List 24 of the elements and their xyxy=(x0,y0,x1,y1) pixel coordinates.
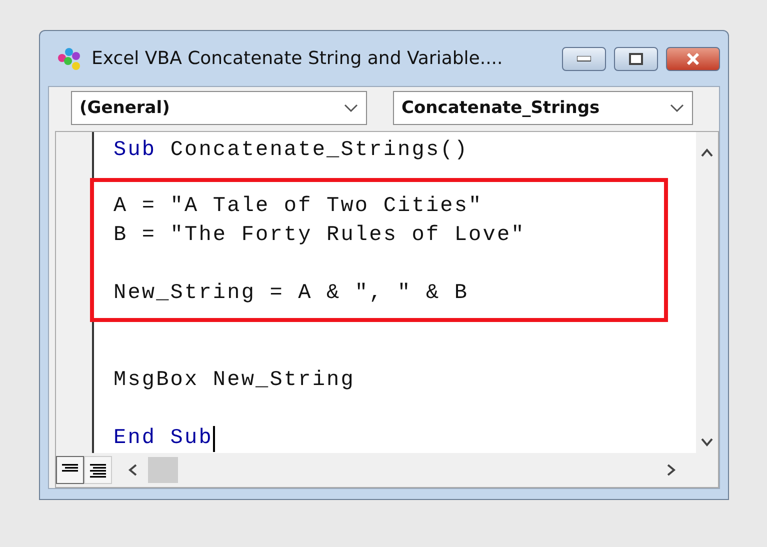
code-line: End Sub xyxy=(114,426,213,452)
code-line: B = "The Forty Rules of Love" xyxy=(114,223,526,249)
maximize-button[interactable] xyxy=(614,46,658,70)
minimize-button[interactable] xyxy=(562,46,606,70)
close-icon xyxy=(686,52,700,64)
procedure-view-button[interactable] xyxy=(56,456,84,484)
window-title: Excel VBA Concatenate String and Variable.... xyxy=(92,48,504,69)
full-module-view-button[interactable] xyxy=(84,456,112,484)
code-line: Sub Concatenate_Strings() xyxy=(114,138,469,164)
scroll-thumb[interactable] xyxy=(148,457,178,483)
view-icon xyxy=(88,462,106,478)
dropdown[interactable]: Concatenate_Strings xyxy=(392,91,692,125)
chevron-down-icon xyxy=(344,103,358,113)
code-line: MsgBox New_String xyxy=(114,368,355,394)
scroll-left-icon[interactable] xyxy=(126,463,140,477)
code-line: A = "A Tale of Two Cities" xyxy=(114,194,483,220)
vertical-scrollbar[interactable] xyxy=(696,132,718,453)
chevron-down-icon xyxy=(670,103,684,113)
code-line: New_String = A & ", " & B xyxy=(114,281,469,307)
code-editor[interactable]: Sub Concatenate_Strings() A = "A Tale of Two Cities" B = "The Forty Rules of Love" New_String = A & ", " & B MsgBox New_String End Sub xyxy=(54,131,718,453)
maximize-icon xyxy=(628,52,642,64)
minimize-icon xyxy=(576,56,590,62)
dropdown[interactable]: (General) xyxy=(70,91,366,125)
close-button[interactable] xyxy=(666,46,720,70)
